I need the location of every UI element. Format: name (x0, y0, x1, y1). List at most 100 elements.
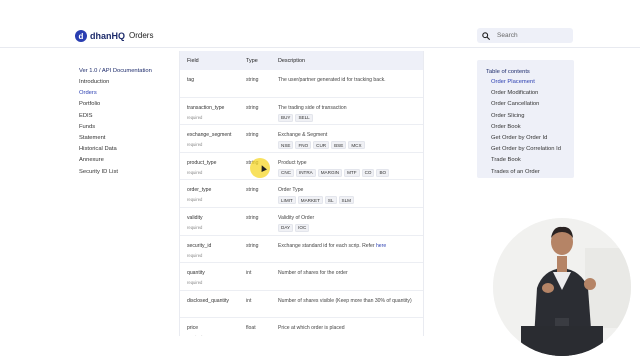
sidebar-item-statement[interactable]: Statement (79, 133, 174, 144)
description-text: Validity of Order (278, 214, 315, 221)
description-text: Exchange & Segment (278, 132, 328, 139)
table-row: security_id required string Exchange standa… (180, 236, 423, 264)
logo-mark-icon: d (75, 30, 87, 42)
table-row: price required float Price at which order i… (180, 318, 423, 336)
description-cell: Order Type LIMIT MARKET SL SLM (272, 187, 423, 207)
description-cell: The trading side of transaction BUY SELL (272, 105, 423, 125)
description-cell: Product type CNC INTRA MARGIN MTF CO BO (272, 160, 423, 180)
field-cell: price required (180, 325, 240, 336)
table-header: Field Type Description (180, 51, 423, 70)
required-tag: required (187, 169, 203, 175)
table-row: product_typerequiredstringProduct typeCN… (180, 153, 423, 181)
enum-chip: CO (361, 168, 375, 177)
description-text: Order Type (278, 187, 304, 194)
enum-values: DAY IOC (278, 223, 423, 232)
toc-item-order-placement[interactable]: Order Placement (486, 77, 574, 88)
enum-chip: CUR (313, 141, 330, 150)
search-box[interactable] (477, 28, 573, 43)
sidebar-item-edis[interactable]: EDIS (79, 111, 174, 122)
field-cell: disclosed_quantity (180, 298, 240, 318)
sidebar-item-historical-data[interactable]: Historical Data (79, 144, 174, 155)
description-cell: Exchange & Segment NSE FNO CUR BSE MCX (272, 132, 423, 152)
type-cell: string (246, 104, 259, 111)
presenter-video-overlay (493, 218, 631, 356)
field-name: order_type (187, 187, 212, 194)
description-cell: Number of shares for the order (272, 270, 423, 290)
toc-item-order-book[interactable]: Order Book (486, 122, 574, 133)
enum-chip: SL (324, 196, 337, 205)
type-cell: int (246, 270, 252, 277)
enum-chip: SLM (338, 196, 354, 205)
field-cell: validity required (180, 215, 240, 235)
enum-chip: FNO (295, 141, 312, 150)
field-cell: tag (180, 77, 240, 97)
table-row: exchange_segment required string Exchange &… (180, 125, 423, 153)
field-name: disclosed_quantity (187, 297, 229, 304)
description-cell: Validity of Order DAY IOC (272, 215, 423, 235)
enum-chip: IOC (295, 223, 310, 232)
type-cell: string (246, 77, 259, 83)
field-cell: product_type required (180, 160, 240, 180)
toc-item-order-cancellation[interactable]: Order Cancellation (486, 99, 574, 110)
presenter-image (493, 218, 631, 356)
sidebar-version-label[interactable]: Ver 1.0 / API Documentation (79, 66, 174, 77)
toc-item-trades-of-an-order[interactable]: Trades of an Order (486, 167, 574, 178)
toc-item-get-order-by-order-id[interactable]: Get Order by Order Id (486, 133, 574, 144)
table-body: tag string The user/partner generated id f… (180, 70, 423, 336)
enum-chip: DAY (278, 223, 294, 232)
field-name: validity (187, 214, 203, 221)
search-icon (482, 31, 490, 40)
sidebar-item-security-id-list[interactable]: Security ID List (79, 167, 174, 178)
enum-chip: INTRA (295, 168, 316, 177)
sidebar-item-orders[interactable]: Orders (79, 88, 174, 99)
field-cell: order_type required (180, 187, 240, 207)
logo-text: dhanHQ (90, 31, 125, 41)
toc-title: Table of contents (486, 69, 530, 75)
toc-item-order-modification[interactable]: Order Modification (486, 88, 574, 99)
toc-item-trade-book[interactable]: Trade Book (486, 155, 574, 166)
reference-link[interactable]: here (376, 243, 386, 249)
description-text: Number of shares for the order (278, 270, 348, 277)
type-cell: string (246, 242, 259, 249)
field-name: price (187, 325, 199, 332)
type-cell: float (246, 325, 256, 332)
enum-values: NSE FNO CUR BSE MCX (278, 141, 423, 150)
brand-logo[interactable]: d dhanHQ (75, 29, 125, 43)
required-tag: required (187, 252, 203, 258)
table-row: tag string The user/partner generated id f… (180, 70, 423, 98)
required-tag: required (187, 280, 203, 286)
field-cell: transaction_type required (180, 105, 240, 125)
description-cell: The user/partner generated id for tracki… (272, 77, 423, 97)
sidebar-item-funds[interactable]: Funds (79, 122, 174, 133)
sidebar-item-portfolio[interactable]: Portfolio (79, 99, 174, 110)
field-name: security_id (187, 242, 212, 249)
header-description: Description (278, 57, 305, 64)
type-cell: int (246, 297, 252, 304)
field-cell: exchange_segment required (180, 132, 240, 152)
top-bar: d dhanHQ Orders (0, 0, 640, 48)
enum-chip: MTF (344, 168, 360, 177)
required-tag: required (187, 142, 203, 148)
required-tag: required (187, 335, 240, 336)
search-input[interactable] (497, 32, 567, 39)
enum-chip: BUY (278, 113, 294, 122)
description-text: Product type (278, 159, 307, 166)
sidebar-item-annexure[interactable]: Annexure (79, 155, 174, 166)
sidebar-item-introduction[interactable]: Introduction (79, 77, 174, 88)
description-text: Price at which order is placed (278, 325, 345, 332)
toc-item-order-slicing[interactable]: Order Slicing (486, 111, 574, 122)
enum-chip: BSE (331, 141, 347, 150)
field-cell: security_id required (180, 243, 240, 263)
nav-orders-link[interactable]: Orders (129, 31, 153, 40)
field-name: transaction_type (187, 104, 225, 111)
enum-chip: MARKET (297, 196, 323, 205)
toc-item-get-order-by-correlation-id[interactable]: Get Order by Correlation Id (486, 144, 574, 155)
enum-chip: BO (376, 168, 390, 177)
enum-chip: SELL (295, 113, 313, 122)
enum-chip: CNC (278, 168, 294, 177)
table-row: order_type required string Order Type LIMIT M… (180, 180, 423, 208)
enum-chip: NSE (278, 141, 294, 150)
table-row: quantity required int Number of shares for … (180, 263, 423, 291)
description-text: The trading side of transaction (278, 104, 347, 111)
enum-chip: LIMIT (278, 196, 296, 205)
